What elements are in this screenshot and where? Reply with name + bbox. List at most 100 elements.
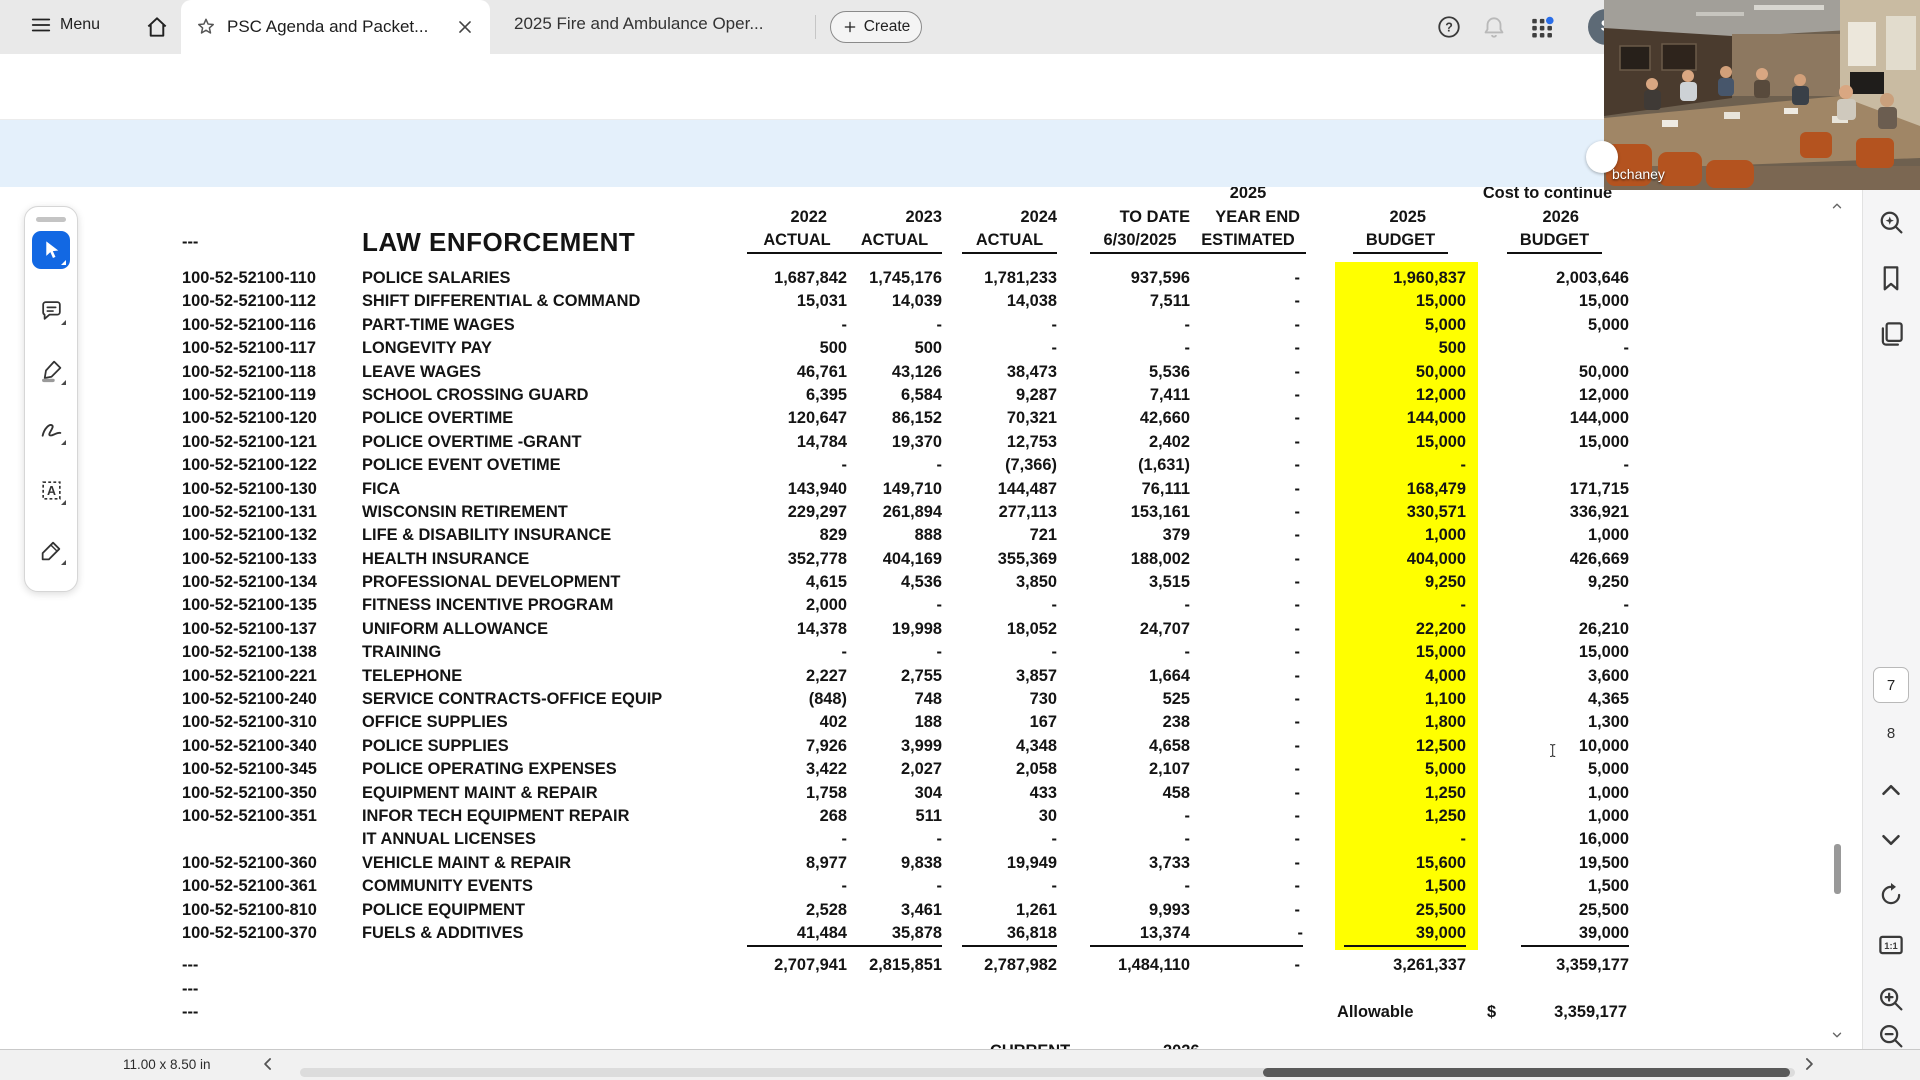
star-icon[interactable] <box>195 16 217 38</box>
close-icon[interactable] <box>454 16 476 38</box>
cell-value: - <box>1294 526 1300 545</box>
cell-value: 153,161 <box>1130 502 1190 521</box>
cell-value: - <box>936 877 942 896</box>
draw-icon <box>39 418 64 443</box>
cell-value: 14,784 <box>796 432 847 451</box>
sign-icon <box>39 538 64 563</box>
zoom-in-icon[interactable] <box>1876 984 1906 1014</box>
highlight-tool-button[interactable] <box>32 351 70 389</box>
cell-value: - <box>1294 432 1300 451</box>
cell-value: 4,536 <box>900 573 942 592</box>
cell-description: SCHOOL CROSSING GUARD <box>362 385 589 404</box>
table-row: 100-52-52100-360 VEHICLE MAINT & REPAIR 8,… <box>0 852 1862 875</box>
cell-value: 1,800 <box>1424 713 1466 732</box>
cell-account-code: 100-52-52100-351 <box>182 806 317 825</box>
comment-tool-button[interactable] <box>32 291 70 329</box>
scroll-left-icon[interactable] <box>258 1054 278 1074</box>
cell-value: 3,850 <box>1015 573 1057 592</box>
cell-total-value: 1,484,110 <box>1117 956 1190 975</box>
cell-value: 404,000 <box>1406 549 1466 568</box>
bookmarks-icon[interactable] <box>1876 263 1906 293</box>
cell-value: 19,998 <box>891 619 942 638</box>
cell-value: - <box>1184 643 1190 662</box>
cell-value: 12,753 <box>1006 432 1057 451</box>
webcam-control-button[interactable] <box>1586 141 1618 173</box>
cell-value: 26,210 <box>1578 619 1629 638</box>
create-button[interactable]: Create <box>830 11 922 43</box>
notifications-icon[interactable] <box>1481 14 1507 40</box>
select-tool-button[interactable] <box>32 231 70 269</box>
horizontal-scrollbar-thumb[interactable] <box>1263 1068 1790 1077</box>
menu-label: Menu <box>60 16 101 33</box>
zoom-out-icon[interactable] <box>1876 1021 1906 1051</box>
add-text-icon: A <box>39 478 64 503</box>
cell-value: 4,348 <box>1015 736 1057 755</box>
cell-value: - <box>1184 877 1190 896</box>
pages-icon[interactable] <box>1876 319 1906 349</box>
table-row: IT ANNUAL LICENSES - - - - - - 16,000 <box>0 828 1862 851</box>
tab-fire-ambulance[interactable]: 2025 Fire and Ambulance Oper... <box>514 14 764 34</box>
sign-tool-button[interactable] <box>32 531 70 569</box>
cell-value: - <box>1460 830 1466 849</box>
cell-value: 7,926 <box>805 736 847 755</box>
cell-value: 39,000 <box>1306 922 1466 948</box>
horizontal-scrollbar[interactable] <box>300 1068 1795 1077</box>
cell-value: - <box>936 830 942 849</box>
cell-value: 41,484 <box>702 922 847 948</box>
cell-value: 1,261 <box>1015 900 1057 919</box>
cell-value: - <box>1294 619 1300 638</box>
table-row: 100-52-52100-134 PROFESSIONAL DEVELOPMENT… <box>0 571 1862 594</box>
cell-value: 458 <box>1162 783 1190 802</box>
cell-value: - <box>1184 315 1190 334</box>
cell-value: - <box>1294 479 1300 498</box>
cell-account-code: 100-52-52100-118 <box>182 362 316 381</box>
table-row: 100-52-52100-119 SCHOOL CROSSING GUARD 6,3… <box>0 384 1862 407</box>
header-cell: ACTUAL <box>847 229 952 254</box>
cell-value: 12,000 <box>1415 385 1466 404</box>
cell-value: 1,000 <box>1587 526 1629 545</box>
scroll-right-icon[interactable] <box>1799 1054 1819 1074</box>
cell-value: 402 <box>819 713 847 732</box>
ai-search-icon[interactable] <box>1876 207 1906 237</box>
cell-value: (1,631) <box>1138 456 1190 475</box>
cell-account-code: --- <box>182 979 199 998</box>
cell-account-code: 100-52-52100-345 <box>182 760 317 779</box>
cell-account-code: 100-52-52100-130 <box>182 479 317 498</box>
cell-value: - <box>1184 806 1190 825</box>
home-icon[interactable] <box>144 14 170 40</box>
cell-description: LONGEVITY PAY <box>362 339 492 358</box>
actual-size-icon[interactable]: 1:1 <box>1876 930 1906 960</box>
cell-value: - <box>841 456 847 475</box>
rail-drag-handle[interactable] <box>36 217 66 222</box>
current-page-badge[interactable]: 7 <box>1873 667 1909 703</box>
cell-value: 2,000 <box>805 596 847 615</box>
page-down-icon[interactable] <box>1876 825 1906 855</box>
cell-value: 937,596 <box>1130 269 1190 287</box>
cell-value: 500 <box>1438 339 1466 358</box>
scroll-up-icon[interactable] <box>1828 199 1846 213</box>
cell-description: SERVICE CONTRACTS-OFFICE EQUIP <box>362 690 663 709</box>
cell-value: 3,600 <box>1587 666 1629 685</box>
cell-value: 149,710 <box>882 479 942 498</box>
help-icon[interactable]: ? <box>1436 14 1462 40</box>
tab-psc-agenda[interactable]: PSC Agenda and Packet... <box>181 0 490 54</box>
table-row: 100-52-52100-240 SERVICE CONTRACTS-OFFICE… <box>0 688 1862 711</box>
cell-value: 3,515 <box>1148 573 1190 592</box>
table-row: 100-52-52100-120 POLICE OVERTIME 120,647 86… <box>0 407 1862 430</box>
rotate-icon[interactable] <box>1876 880 1906 910</box>
scroll-down-icon[interactable] <box>1828 1028 1846 1042</box>
page-up-icon[interactable] <box>1876 775 1906 805</box>
cell-value: 511 <box>915 806 942 825</box>
vertical-scrollbar-thumb[interactable] <box>1834 844 1841 894</box>
table-row: 100-52-52100-221 TELEPHONE 2,227 2,755 3,857… <box>0 665 1862 688</box>
cell-value: 15,000 <box>1578 292 1629 311</box>
menu-button[interactable]: Menu <box>30 14 100 36</box>
next-section-partial: CURRENT <box>990 1042 1070 1049</box>
cell-value: 50,000 <box>1578 362 1629 381</box>
draw-tool-button[interactable] <box>32 411 70 449</box>
cell-account-code: 100-52-52100-110 <box>182 269 316 287</box>
apps-grid-icon[interactable] <box>1529 14 1555 40</box>
pdf-page[interactable]: --- LAW ENFORCEMENT 2025 Cost to continue… <box>0 187 1862 1049</box>
cell-value: 1,500 <box>1587 877 1629 896</box>
add-text-tool-button[interactable]: A <box>32 471 70 509</box>
